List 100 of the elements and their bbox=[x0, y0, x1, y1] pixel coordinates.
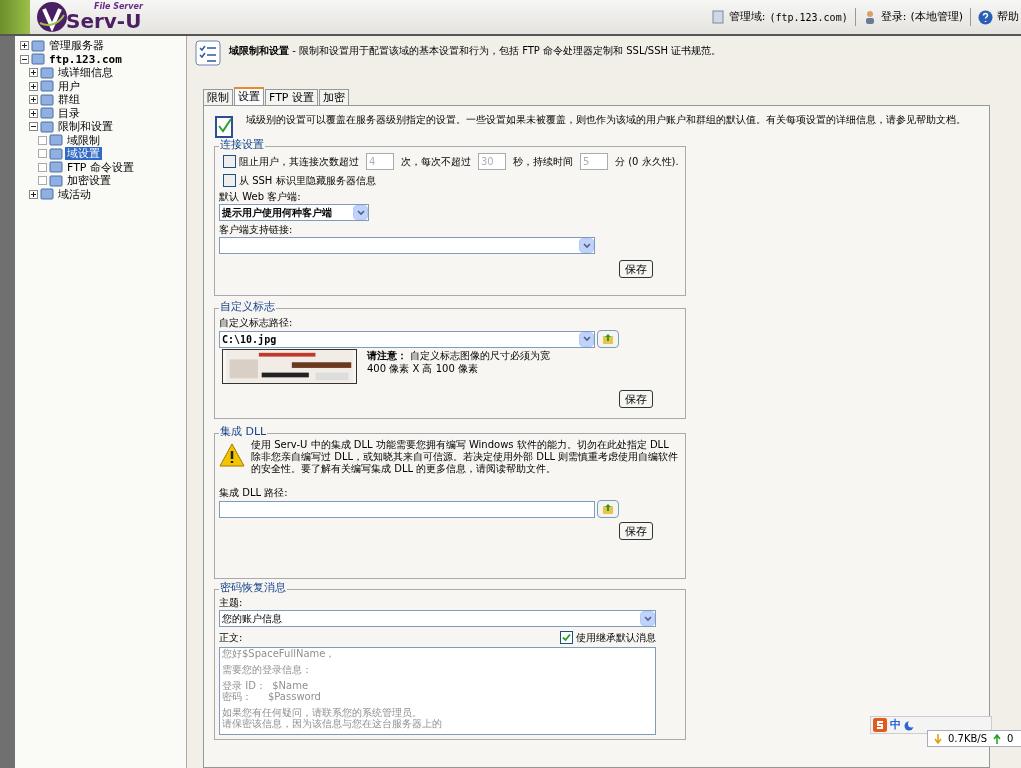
node-icon bbox=[49, 133, 63, 148]
tab[interactable]: FTP 设置 bbox=[265, 89, 318, 105]
logo-icon bbox=[36, 1, 68, 33]
warning-text: 使用 Serv-U 中的集成 DLL 功能需要您拥有编写 Windows 软件的能力。切勿在此处指定 DLL 除非您亲自编写过 DLL，或知晓其来自可信源。若决定使用外部 DLL 则需慎重考虑使用自编软件的安全性。要了解有关编写集成 DLL 的更多信息，请阅读帮助文件。 bbox=[251, 439, 680, 475]
checkbox[interactable] bbox=[223, 155, 236, 168]
save-button[interactable]: 保存 bbox=[619, 260, 653, 278]
expand-toggle[interactable] bbox=[29, 108, 38, 118]
tree-item[interactable]: 域详细信息 bbox=[56, 66, 115, 80]
expand-toggle[interactable] bbox=[29, 95, 38, 105]
tree-item[interactable]: 域限制 bbox=[65, 133, 102, 147]
node-icon bbox=[40, 106, 54, 121]
tree-item[interactable]: 限制和设置 bbox=[56, 120, 115, 134]
tree-item[interactable]: 群组 bbox=[56, 93, 82, 107]
web-client-select[interactable]: 提示用户使用何种客户端 bbox=[219, 204, 369, 221]
node-icon bbox=[49, 173, 63, 188]
leaf-box bbox=[38, 135, 47, 145]
field-text: 次，每次不超过 bbox=[401, 155, 471, 169]
node-icon bbox=[40, 187, 54, 202]
field-label: 正文: bbox=[219, 631, 243, 645]
tree-item[interactable]: 域活动 bbox=[56, 187, 93, 201]
node-icon bbox=[49, 160, 63, 175]
checklist-icon bbox=[195, 40, 221, 66]
dll-path-field[interactable] bbox=[219, 500, 595, 518]
collapse-toggle[interactable] bbox=[29, 122, 38, 132]
expand-toggle[interactable] bbox=[20, 41, 29, 51]
body-line: 您好$SpaceFullName， bbox=[222, 648, 337, 659]
save-button[interactable]: 保存 bbox=[619, 522, 653, 540]
checkbox[interactable] bbox=[560, 631, 573, 644]
tree-item[interactable]: FTP 命令设置 bbox=[65, 160, 136, 174]
ime-mode[interactable]: 中 bbox=[890, 716, 901, 734]
intro-text: 域级别的设置可以覆盖在服务器级别指定的设置。一些设置如果未被覆盖，则也作为该域的用户账户和群组的默认值。有关每项设置的详细信息，请参见帮助文档。 bbox=[246, 113, 966, 127]
page-description: 域限制和设置 - 限制和设置用于配置该域的基本设置和行为，包括 FTP 命令处理器定制和 SSL/SSH 证书规范。 bbox=[229, 44, 722, 58]
tree-item[interactable]: 加密设置 bbox=[65, 174, 113, 188]
header-accent bbox=[0, 0, 30, 34]
expand-toggle[interactable] bbox=[29, 68, 38, 78]
body-line: 请保密该信息，因为该信息与您在这台服务器上的 bbox=[222, 718, 443, 729]
dropdown-arrow-icon bbox=[579, 331, 594, 347]
download-arrow-icon bbox=[934, 733, 942, 744]
section-title: 自定义标志 bbox=[219, 301, 276, 312]
body-line: 如果您有任何疑问，请联系您的系统管理员。 bbox=[222, 707, 423, 718]
leaf-box bbox=[38, 176, 47, 186]
section-title: 集成 DLL bbox=[219, 426, 268, 437]
checkbox-label: 使用继承默认消息 bbox=[576, 631, 656, 645]
expand-toggle[interactable] bbox=[29, 81, 38, 91]
download-speed: 0.7KB/S bbox=[948, 732, 988, 746]
links-select[interactable] bbox=[219, 237, 595, 254]
tree-item[interactable]: 域设置 bbox=[65, 147, 102, 161]
moon-icon bbox=[904, 719, 915, 731]
help-link[interactable]: 帮助 bbox=[997, 8, 1019, 26]
section-title: 密码恢复消息 bbox=[219, 582, 287, 593]
node-icon bbox=[49, 146, 63, 161]
dropdown-arrow-icon bbox=[579, 238, 594, 253]
note-text: 请注意： 自定义标志图像的尺寸必须为宽 bbox=[367, 349, 551, 362]
upload-speed: 0 bbox=[1007, 732, 1014, 746]
node-icon bbox=[40, 92, 54, 107]
field-label: 集成 DLL 路径: bbox=[219, 486, 289, 500]
warning-icon bbox=[219, 443, 245, 467]
upload-arrow-icon bbox=[993, 733, 1002, 744]
body-line: 登录 ID： $Name bbox=[222, 680, 310, 691]
node-icon bbox=[31, 38, 45, 53]
checkbox-label: 从 SSH 标识里隐藏服务器信息 bbox=[239, 174, 376, 188]
leaf-box bbox=[38, 149, 47, 159]
body-line: 密码： $Password bbox=[222, 691, 322, 702]
collapse-toggle[interactable] bbox=[20, 54, 29, 64]
save-button[interactable]: 保存 bbox=[619, 390, 653, 408]
tab[interactable]: 加密 bbox=[319, 89, 349, 105]
node-icon bbox=[31, 52, 45, 67]
help-icon bbox=[978, 9, 993, 25]
logo-text: Serv-U bbox=[66, 11, 143, 31]
tree-item[interactable]: 用户 bbox=[56, 79, 82, 93]
tree-item[interactable]: ftp.123.com bbox=[47, 52, 124, 66]
login-name: (本地管理) bbox=[910, 8, 963, 25]
field-label: 自定义标志路径: bbox=[219, 316, 294, 330]
body-line: 需要您的登录信息： bbox=[222, 664, 313, 675]
tab[interactable]: 限制 bbox=[203, 89, 233, 105]
expand-toggle[interactable] bbox=[29, 189, 38, 199]
field-label: 客户端支持链接: bbox=[219, 223, 294, 237]
field-text: 分 (0 永久性). bbox=[615, 155, 679, 169]
logo-path-select[interactable]: C:\10.jpg bbox=[219, 330, 595, 348]
logo-subtitle: File Server bbox=[94, 3, 143, 11]
tree-item[interactable]: 管理服务器 bbox=[47, 39, 106, 53]
field-label: 主题: bbox=[219, 596, 244, 610]
checkbox-label: 阻止用户，其连接次数超过 bbox=[239, 155, 359, 169]
login-label: 登录: bbox=[880, 8, 907, 25]
server-icon bbox=[710, 10, 725, 24]
tab[interactable]: 设置 bbox=[234, 87, 264, 105]
dropdown-arrow-icon bbox=[353, 205, 368, 220]
tree-item[interactable]: 目录 bbox=[56, 106, 82, 120]
field-text: 秒，持续时间 bbox=[513, 155, 573, 169]
subject-select[interactable]: 您的账户信息 bbox=[219, 610, 656, 627]
node-icon bbox=[40, 119, 54, 134]
browse-button[interactable] bbox=[597, 500, 619, 518]
node-icon bbox=[40, 79, 54, 94]
field-label: 默认 Web 客户端: bbox=[219, 190, 302, 204]
browse-button[interactable] bbox=[597, 330, 619, 348]
checkbox[interactable] bbox=[223, 174, 236, 187]
domain-name: (ftp.123.com) bbox=[769, 10, 848, 25]
domain-label: 管理域: bbox=[728, 8, 766, 25]
note-text: 400 像素 X 高 100 像素 bbox=[367, 362, 479, 375]
node-icon bbox=[40, 65, 54, 80]
